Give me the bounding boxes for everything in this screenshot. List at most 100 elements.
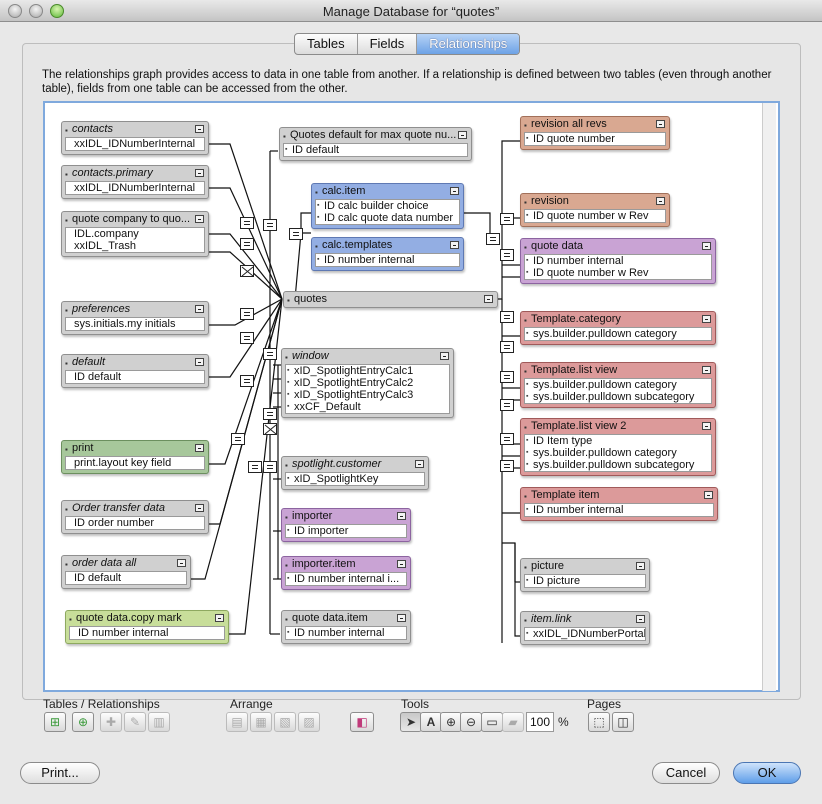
table-template-list-view-2[interactable]: ▪Template.list view 2 ID Item typesys.bu… xyxy=(520,418,716,476)
ok-button[interactable]: OK xyxy=(733,762,801,784)
table-calc-item[interactable]: ▪calc.item ID calc builder choiceID calc… xyxy=(311,183,464,229)
field[interactable]: xID_SpotlightEntryCalc1 xyxy=(286,365,449,377)
relationship-symbol[interactable] xyxy=(248,461,262,473)
field[interactable]: sys.initials.my initials xyxy=(66,318,204,330)
print-button[interactable]: Print... xyxy=(20,762,100,784)
relationship-symbol[interactable] xyxy=(500,311,514,323)
relationships-graph[interactable]: ▪ contacts xxIDL_IDNumberInternal ▪ contac… xyxy=(43,101,780,692)
relationship-symbol[interactable] xyxy=(500,371,514,383)
field[interactable]: ID default xyxy=(284,144,467,156)
fit-window-button[interactable]: ▭ xyxy=(481,712,503,732)
collapse-icon[interactable] xyxy=(195,169,204,177)
relationship-symbol[interactable] xyxy=(240,375,254,387)
field[interactable]: xxCF_Default xyxy=(286,401,449,413)
table-default[interactable]: ▪ default ID default xyxy=(61,354,209,388)
collapse-icon[interactable] xyxy=(195,504,204,512)
relationship-symbol[interactable] xyxy=(289,228,303,240)
relationship-symbol[interactable] xyxy=(500,213,514,225)
field[interactable]: ID number internal xyxy=(70,627,224,639)
relationship-symbol[interactable] xyxy=(500,460,514,472)
table-revision[interactable]: ▪revision ID quote number w Rev xyxy=(520,193,670,227)
table-template-list-view[interactable]: ▪Template.list view sys.builder.pulldown… xyxy=(520,362,716,408)
field[interactable]: xID_SpotlightEntryCalc3 xyxy=(286,389,449,401)
field[interactable]: sys.builder.pulldown subcategory xyxy=(525,391,711,403)
table-quotes[interactable]: ▪ quotes xyxy=(283,291,498,308)
collapse-icon[interactable] xyxy=(397,614,406,622)
field[interactable]: xxIDL_Trash xyxy=(66,240,204,252)
table-item-link[interactable]: ▪item.link xxIDL_IDNumberPortal xyxy=(520,611,650,645)
graph-scrollbar[interactable] xyxy=(762,103,776,691)
collapse-icon[interactable] xyxy=(636,615,645,623)
field[interactable]: ID picture xyxy=(525,575,645,587)
zoom-in-button[interactable]: ⊕ xyxy=(440,712,462,732)
relationship-symbol[interactable] xyxy=(500,249,514,261)
collapse-icon[interactable] xyxy=(656,120,665,128)
field[interactable]: ID number internal xyxy=(525,504,713,516)
collapse-icon[interactable] xyxy=(702,242,711,250)
collapse-icon[interactable] xyxy=(458,131,467,139)
table-window[interactable]: ▪window xID_SpotlightEntryCalc1xID_Spotl… xyxy=(281,348,454,418)
add-table-button[interactable]: ⊞ xyxy=(44,712,66,732)
collapse-icon[interactable] xyxy=(450,241,459,249)
collapse-icon[interactable] xyxy=(636,562,645,570)
collapse-icon[interactable] xyxy=(195,358,204,366)
edit-button[interactable]: ✎ xyxy=(124,712,146,732)
collapse-icon[interactable] xyxy=(484,295,493,303)
relationship-symbol[interactable] xyxy=(263,461,277,473)
field[interactable]: ID default xyxy=(66,572,186,584)
collapse-icon[interactable] xyxy=(440,352,449,360)
collapse-icon[interactable] xyxy=(195,444,204,452)
collapse-icon[interactable] xyxy=(397,560,406,568)
collapse-icon[interactable] xyxy=(656,197,665,205)
relationship-symbol[interactable] xyxy=(240,217,254,229)
field[interactable]: xxIDL_IDNumberInternal xyxy=(66,138,204,150)
text-tool-button[interactable]: A xyxy=(420,712,442,732)
relationship-symbol[interactable] xyxy=(240,238,254,250)
align-left-button[interactable]: ▤ xyxy=(226,712,248,732)
collapse-icon[interactable] xyxy=(702,422,711,430)
collapse-icon[interactable] xyxy=(215,614,224,622)
field[interactable]: ID number internal xyxy=(525,255,711,267)
field[interactable]: ID order number xyxy=(66,517,204,529)
tab-tables[interactable]: Tables xyxy=(295,34,358,54)
table-quote-data-copy-mark[interactable]: ▪ quote data.copy mark ID number internal xyxy=(65,610,229,644)
field[interactable]: ID number internal xyxy=(316,254,459,266)
collapse-icon[interactable] xyxy=(397,512,406,520)
table-contacts[interactable]: ▪ contacts xxIDL_IDNumberInternal xyxy=(61,121,209,155)
align-top-button[interactable]: ▦ xyxy=(250,712,272,732)
collapse-icon[interactable] xyxy=(704,491,713,499)
relationship-symbol[interactable] xyxy=(263,408,277,420)
add-relationship-button[interactable]: ⊕ xyxy=(72,712,94,732)
show-page-breaks-button[interactable]: ⬚ xyxy=(588,712,610,732)
relationship-symbol[interactable] xyxy=(240,308,254,320)
page-setup-button[interactable]: ▰ xyxy=(502,712,524,732)
field[interactable]: sys.builder.pulldown category xyxy=(525,379,711,391)
field[interactable]: ID quote number w Rev xyxy=(525,267,711,279)
field[interactable]: ID calc builder choice xyxy=(316,200,459,212)
table-order-data-all[interactable]: ▪ order data all ID default xyxy=(61,555,191,589)
field[interactable]: ID calc quote data number xyxy=(316,212,459,224)
collapse-icon[interactable] xyxy=(195,125,204,133)
collapse-icon[interactable] xyxy=(702,366,711,374)
relationship-symbol[interactable] xyxy=(500,399,514,411)
table-quote-company[interactable]: ▪ quote company to quo... IDL.company xxID… xyxy=(61,211,209,257)
field[interactable]: sys.builder.pulldown category xyxy=(525,447,711,459)
zoom-level-field[interactable]: 100 xyxy=(526,712,554,732)
field[interactable]: sys.builder.pulldown category xyxy=(525,328,711,340)
relationship-symbol[interactable] xyxy=(486,233,500,245)
field[interactable]: xID_SpotlightEntryCalc2 xyxy=(286,377,449,389)
cartesian-relationship-symbol[interactable] xyxy=(240,265,254,277)
table-contacts-primary[interactable]: ▪ contacts.primary xxIDL_IDNumberInternal xyxy=(61,165,209,199)
zoom-out-button[interactable]: ⊖ xyxy=(460,712,482,732)
relationship-symbol[interactable] xyxy=(500,433,514,445)
table-spotlight-customer[interactable]: ▪spotlight.customer xID_SpotlightKey xyxy=(281,456,429,490)
table-preferences[interactable]: ▪ preferences sys.initials.my initials xyxy=(61,301,209,335)
delete-button[interactable]: ▥ xyxy=(148,712,170,732)
field[interactable]: ID number internal xyxy=(286,627,406,639)
field[interactable]: ID importer xyxy=(286,525,406,537)
field[interactable]: xID_SpotlightKey xyxy=(286,473,424,485)
cancel-button[interactable]: Cancel xyxy=(652,762,720,784)
field[interactable]: ID quote number w Rev xyxy=(525,210,665,222)
table-importer[interactable]: ▪importer ID importer xyxy=(281,508,411,542)
collapse-icon[interactable] xyxy=(450,187,459,195)
